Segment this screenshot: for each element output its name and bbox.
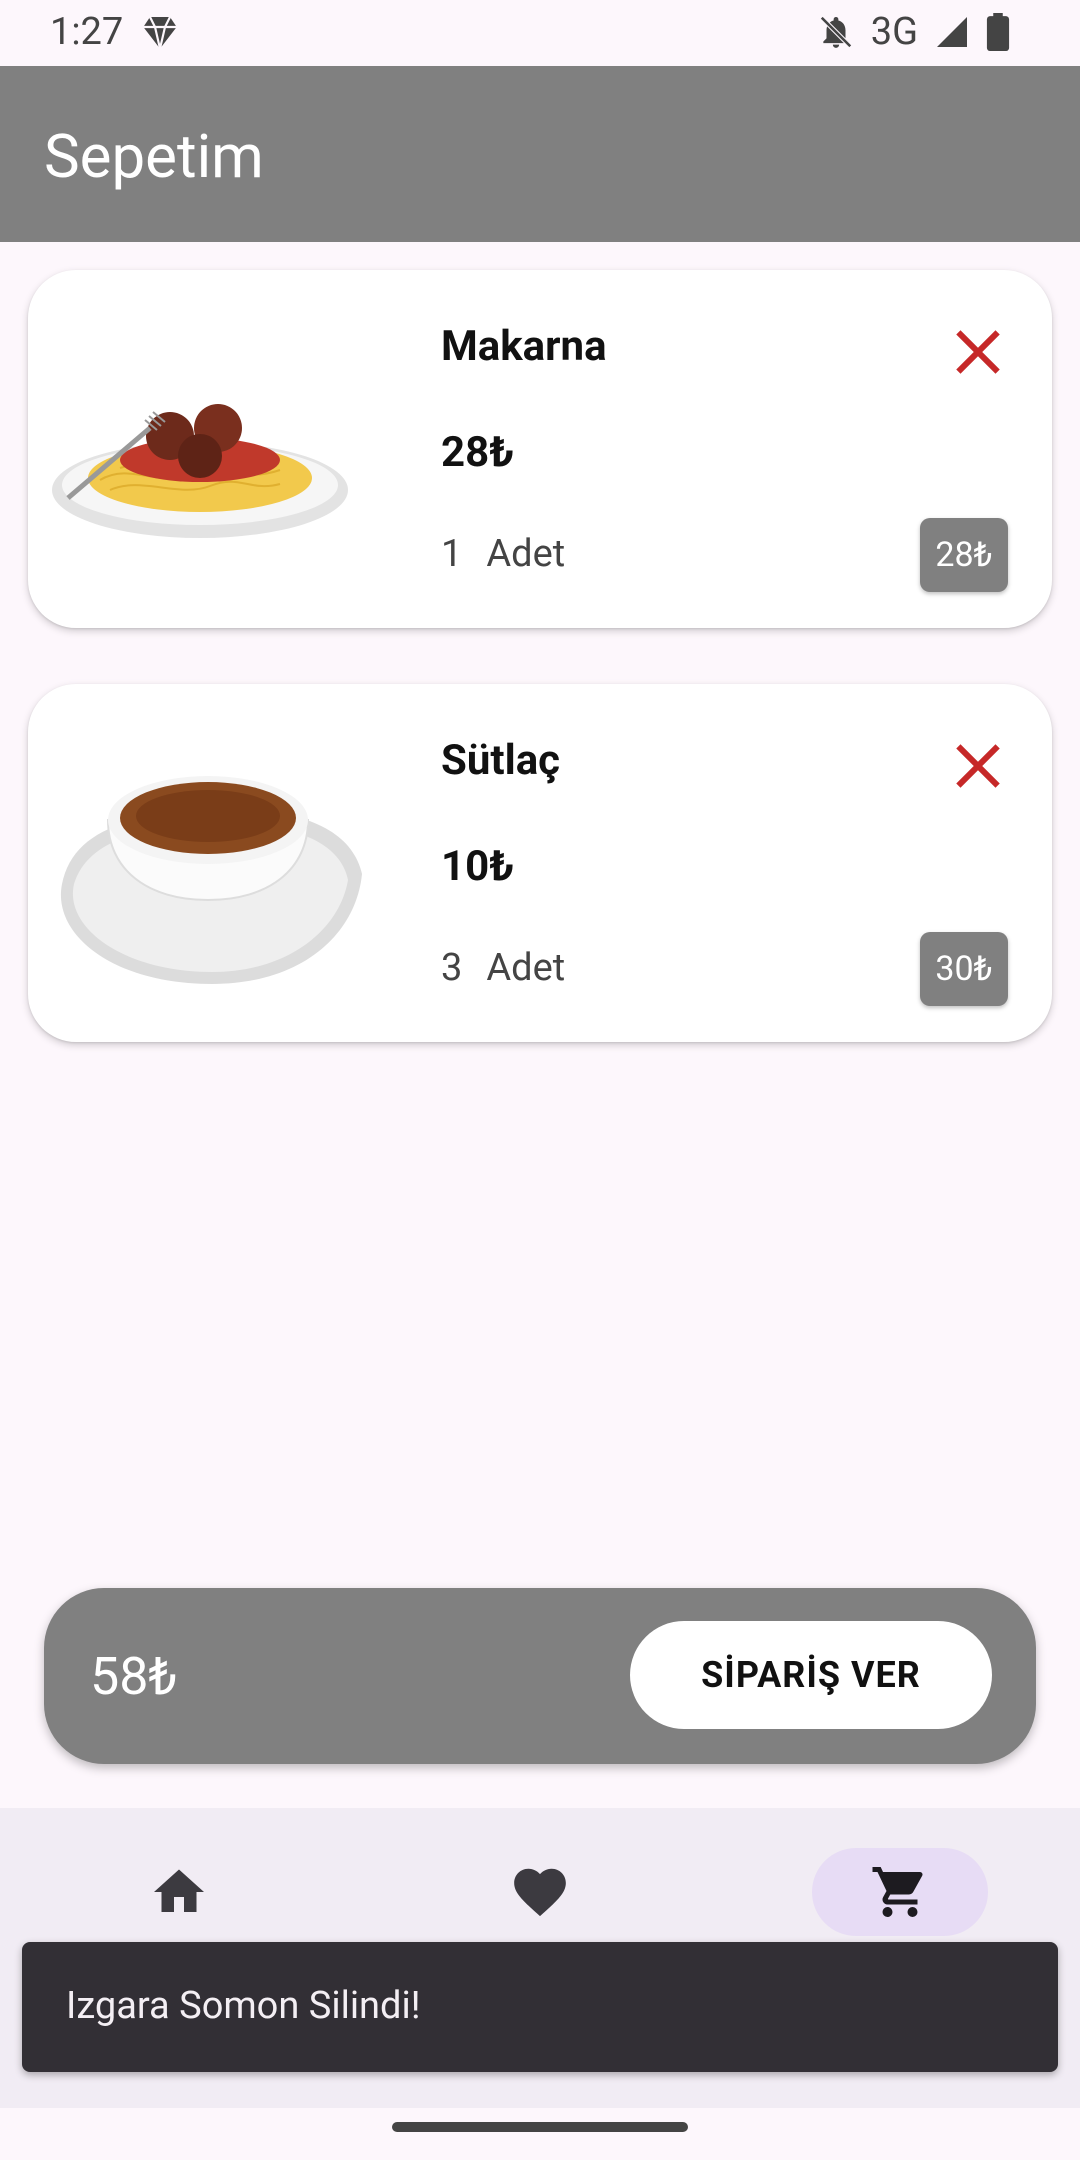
cart-icon <box>872 1867 923 1917</box>
item-name: Sütlaç <box>441 736 561 785</box>
snackbar-message: Izgara Somon Silindi! <box>66 1984 421 2028</box>
quantity-unit: Adet <box>486 532 566 576</box>
home-icon <box>154 1869 204 1912</box>
heart-icon <box>514 1868 566 1917</box>
quantity-value: 3 <box>441 946 463 990</box>
item-quantity: 3 Adet <box>441 946 565 990</box>
cart-total: 58₺ <box>90 1646 178 1707</box>
app-bar: Sepetim <box>0 66 1080 242</box>
item-total-badge: 30₺ <box>920 932 1008 1006</box>
status-bar: 1:27 3G <box>0 0 1080 66</box>
cart-item-card: Sütlaç 10₺ 3 Adet 30₺ <box>28 684 1052 1042</box>
status-icons: 3G <box>817 10 1010 54</box>
item-name: Makarna <box>441 322 607 371</box>
close-icon[interactable] <box>948 322 1008 382</box>
network-type: 3G <box>870 10 918 54</box>
item-total-badge: 28₺ <box>920 518 1008 592</box>
page-title: Sepetim <box>44 121 264 192</box>
signal-icon <box>937 17 967 47</box>
rice-pudding-bowl-image <box>60 776 363 984</box>
item-quantity: 1 Adet <box>441 532 565 576</box>
spaghetti-plate-image <box>52 404 348 538</box>
notifications-off-icon <box>819 16 852 48</box>
place-order-button[interactable]: SİPARİŞ VER <box>630 1621 992 1729</box>
diamond-icon <box>143 16 177 49</box>
nav-home[interactable] <box>91 1848 267 1936</box>
gesture-handle[interactable] <box>392 2122 688 2132</box>
snackbar: Izgara Somon Silindi! <box>22 1942 1058 2072</box>
nav-favorites[interactable] <box>452 1848 628 1936</box>
battery-icon <box>986 13 1010 51</box>
order-summary-bar: 58₺ SİPARİŞ VER <box>44 1588 1036 1764</box>
cart-item-card: Makarna 28₺ 1 Adet 28₺ <box>28 270 1052 628</box>
quantity-unit: Adet <box>486 946 566 990</box>
status-time: 1:27 <box>50 10 124 54</box>
quantity-value: 1 <box>441 532 463 576</box>
close-icon[interactable] <box>948 736 1008 796</box>
item-price: 10₺ <box>441 842 515 891</box>
nav-cart[interactable] <box>812 1848 988 1936</box>
item-price: 28₺ <box>441 428 515 477</box>
